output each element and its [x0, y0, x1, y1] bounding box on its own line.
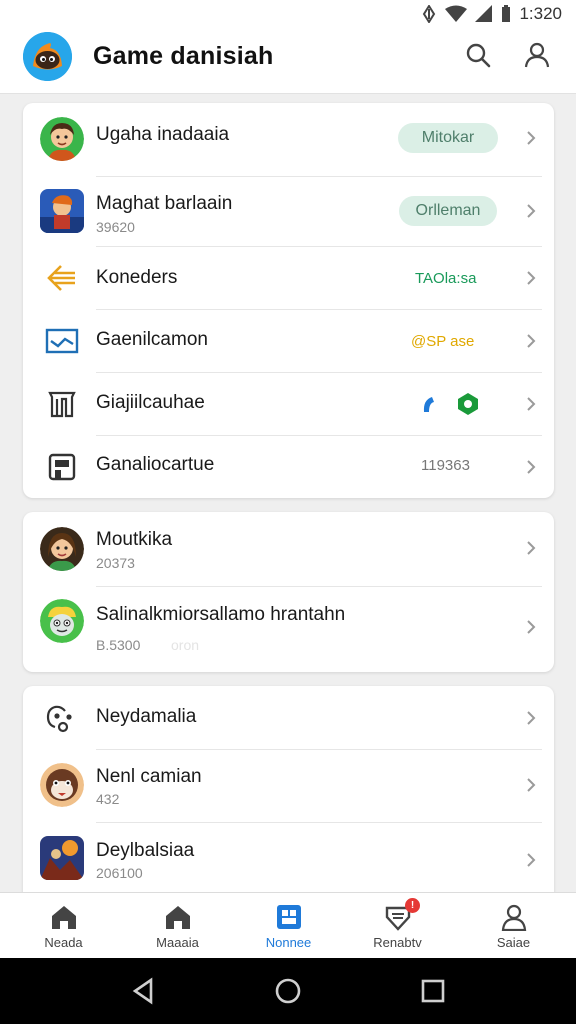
- trash-icon: [40, 382, 84, 426]
- recents-icon[interactable]: [418, 976, 448, 1006]
- avatar-boy-icon: [40, 117, 84, 161]
- search-icon[interactable]: [461, 38, 495, 72]
- app-bar: Game danisiah: [0, 28, 576, 94]
- nav-item-profile[interactable]: Saiae: [456, 893, 571, 959]
- list-item[interactable]: Giajiilcauhae: [23, 373, 554, 435]
- row-title: Maghat barlaain: [96, 193, 233, 214]
- chevron-right-icon: [527, 778, 536, 792]
- arrows-icon: [40, 256, 84, 300]
- list-item[interactable]: Deylbalsiaa 206100: [23, 823, 554, 896]
- row-subtitle: 20373: [96, 555, 135, 571]
- status-pill[interactable]: Orlleman: [399, 196, 497, 226]
- avatar-animal-icon: [40, 763, 84, 807]
- row-title: Neydamalia: [96, 706, 197, 727]
- vibrate-icon: [423, 5, 436, 23]
- list-item[interactable]: Salinalkmiorsallamo hrantahn B.5300 oron: [23, 587, 554, 672]
- status-pill[interactable]: Mitokar: [398, 123, 498, 153]
- row-subtitle: 206100: [96, 865, 143, 881]
- row-subtitle-faint: oron: [171, 637, 200, 653]
- list-item[interactable]: Maghat barlaain 39620 Orlleman: [23, 177, 554, 246]
- phone-status-icon: [423, 397, 434, 412]
- avatar-girl-icon: [40, 527, 84, 571]
- chevron-right-icon: [527, 271, 536, 285]
- home-icon: [165, 906, 190, 929]
- nav-item-grid[interactable]: Nonnee: [231, 893, 346, 959]
- row-title: Salinalkmiorsallamo hrantahn: [96, 604, 346, 625]
- settings-card-2: Moutkika 20373 Salinalkmiorsallamo hrant…: [23, 512, 554, 672]
- status-icons: 1:320: [421, 4, 562, 24]
- row-value: 119363: [421, 457, 470, 474]
- envelope-icon: [40, 319, 84, 363]
- row-subtitle: 39620: [96, 219, 135, 235]
- battery-icon: [502, 5, 511, 22]
- user-icon: [501, 904, 526, 931]
- row-title: Koneders: [96, 267, 178, 288]
- hexagon-status-icon: [458, 393, 478, 415]
- chevron-right-icon: [527, 620, 536, 634]
- row-subtitle: 432: [96, 791, 120, 807]
- row-title: Ganaliocartue: [96, 454, 215, 475]
- system-nav-bar: [0, 958, 576, 1024]
- list-item[interactable]: Koneders TAOla:sa: [23, 247, 554, 309]
- row-title: Nenl camian: [96, 766, 202, 787]
- nav-label: Maaaia: [156, 935, 199, 950]
- game-mascot-logo-icon[interactable]: [23, 32, 72, 81]
- nav-item-shield[interactable]: ! Renabtv: [340, 893, 455, 959]
- chevron-right-icon: [527, 334, 536, 348]
- nav-label: Neada: [44, 935, 83, 950]
- chevron-right-icon: [527, 541, 536, 555]
- row-subtitle: B.5300: [96, 637, 141, 653]
- chevron-right-icon: [527, 460, 536, 474]
- back-icon[interactable]: [129, 976, 159, 1006]
- list-item[interactable]: Ganaliocartue 119363: [23, 436, 554, 498]
- list-item[interactable]: Ugaha inadaaia Mitokar: [23, 103, 554, 176]
- notification-badge: !: [405, 898, 420, 913]
- row-title: Ugaha inadaaia: [96, 124, 230, 145]
- nav-item-home-1[interactable]: Neada: [6, 893, 121, 959]
- game-app-icon: [40, 189, 84, 233]
- people-icon: [40, 696, 84, 740]
- bottom-nav: Neada Maaaia Nonnee ! Renabtv Saiae: [0, 892, 576, 958]
- nav-label: Nonnee: [265, 935, 312, 950]
- grid-icon: [276, 905, 301, 929]
- game-art-icon: [40, 836, 84, 880]
- row-title: Deylbalsiaa: [96, 840, 195, 861]
- row-title: Gaenilcamon: [96, 329, 208, 350]
- list-item[interactable]: Nenl camian 432: [23, 750, 554, 822]
- settings-card-3: Neydamalia Nenl camian 432 Deylbalsiaa 2…: [23, 686, 554, 896]
- signal-icon: [475, 5, 493, 22]
- home-circle-icon[interactable]: [273, 976, 303, 1006]
- chevron-right-icon: [527, 711, 536, 725]
- avatar-cartoon-icon: [40, 599, 84, 643]
- nav-label: Renabtv: [373, 935, 422, 950]
- list-item[interactable]: Moutkika 20373: [23, 512, 554, 586]
- device-icon: [40, 445, 84, 489]
- row-title: Giajiilcauhae: [96, 392, 205, 413]
- row-value: @SP ase: [411, 333, 475, 350]
- wifi-icon: [445, 5, 468, 22]
- nav-label: Saiae: [496, 935, 531, 950]
- status-bar: 1:320: [0, 0, 576, 28]
- list-item[interactable]: Neydamalia: [23, 686, 554, 749]
- page-title: Game danisiah: [93, 42, 274, 70]
- profile-icon[interactable]: [520, 38, 554, 72]
- chevron-right-icon: [527, 853, 536, 867]
- chevron-right-icon: [527, 131, 536, 145]
- row-value: TAOla:sa: [415, 270, 477, 287]
- chevron-right-icon: [527, 204, 536, 218]
- list-item[interactable]: Gaenilcamon @SP ase: [23, 310, 554, 372]
- status-time: 1:320: [519, 4, 562, 23]
- home-icon: [51, 906, 76, 929]
- nav-item-home-2[interactable]: Maaaia: [120, 893, 235, 959]
- chevron-right-icon: [527, 397, 536, 411]
- row-title: Moutkika: [96, 529, 173, 550]
- settings-card-1: Ugaha inadaaia Mitokar Maghat barlaain 3…: [23, 103, 554, 498]
